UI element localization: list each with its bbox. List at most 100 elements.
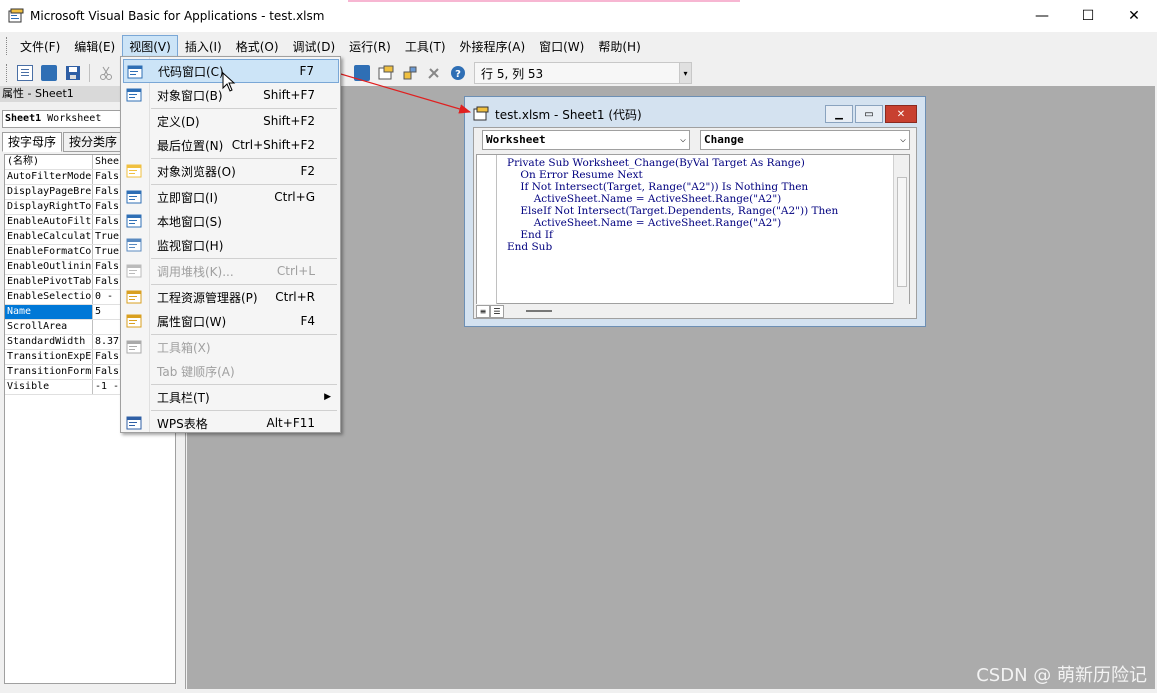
properties-window-icon[interactable] [378,65,394,81]
maximize-button[interactable]: ☐ [1065,0,1111,32]
menu-item-shortcut: Alt+F11 [266,416,315,430]
menu-file[interactable]: 文件(F) [13,35,67,57]
tab-alphabetic[interactable]: 按字母序 [2,132,63,152]
title-accent-bar [348,0,740,2]
project-explorer-icon[interactable] [354,65,370,81]
code-line[interactable]: If Not Intersect(Target, Range("A2")) Is… [507,181,838,193]
menu-item-label: 工具栏(T) [157,390,210,405]
full-module-view-icon[interactable]: ☰ [490,304,504,318]
menu-insert[interactable]: 插入(I) [178,35,229,57]
cut-icon[interactable] [98,65,114,81]
menu-item-label: 对象窗口(B) [157,88,223,103]
toolbar-options-chevron-icon[interactable]: ▾ [679,63,691,83]
property-name: (名称) [5,155,93,169]
submenu-arrow-icon: ▶ [324,392,331,402]
code-text[interactable]: Private Sub Worksheet_Change(ByVal Targe… [507,157,838,253]
menu-help[interactable]: 帮助(H) [591,35,647,57]
view-menu-item[interactable]: 立即窗口(I) Ctrl+G [123,185,339,209]
code-vertical-scrollbar[interactable] [893,155,909,305]
window-title: Microsoft Visual Basic for Applications … [30,9,325,23]
code-window: test.xlsm - Sheet1 (代码) ▁ ▭ ✕ Worksheet … [464,96,926,327]
menu-format[interactable]: 格式(O) [229,35,286,57]
menu-view[interactable]: 视图(V) [122,35,178,57]
menu-item-label: 工程资源管理器(P) [157,290,258,305]
toolbox-icon[interactable] [426,65,442,81]
menu-item-shortcut: F7 [299,64,314,78]
vba-app-icon [8,8,24,24]
code-bottom-bar: ≡ ☰ [476,304,910,318]
code-line[interactable]: ActiveSheet.Name = ActiveSheet.Range("A2… [507,193,838,205]
code-window-icon [473,106,489,122]
horizontal-scroll-thumb[interactable] [526,310,552,312]
chevron-down-icon[interactable]: ⌵ [900,131,906,149]
toolbox-icon [126,339,142,355]
property-name: DisplayPageBre [7,185,93,199]
wps-sheet-icon [126,415,142,431]
menu-edit[interactable]: 编辑(E) [67,35,122,57]
minimize-button[interactable]: — [1019,0,1065,32]
view-menu-item[interactable]: 本地窗口(S) [123,209,339,233]
tab-categorized[interactable]: 按分类序 [63,132,124,152]
view-excel-icon[interactable] [17,65,33,81]
chevron-down-icon[interactable]: ⌵ [680,131,686,149]
menu-addins[interactable]: 外接程序(A) [453,35,533,57]
menu-item-label: 最后位置(N) [157,138,224,153]
property-name: ScrollArea [5,320,93,334]
code-close-button[interactable]: ✕ [885,105,917,123]
locals-window-icon [126,213,142,229]
menu-run[interactable]: 运行(R) [342,35,398,57]
view-menu-item[interactable]: 属性窗口(W) F4 [123,309,339,333]
code-margin-indicator[interactable] [477,155,497,305]
menu-item-label: WPS表格 [157,416,208,431]
view-menu-item[interactable]: 对象浏览器(O) F2 [123,159,339,183]
procedure-view-icon[interactable]: ≡ [476,304,490,318]
menubar-grip-icon[interactable] [6,37,9,55]
menu-window[interactable]: 窗口(W) [532,35,591,57]
procedure-combo[interactable]: Change ⌵ [700,130,910,150]
insert-userform-icon[interactable] [41,65,57,81]
properties-window-icon [126,313,142,329]
menu-item-shortcut: Ctrl+Shift+F2 [231,138,315,152]
code-line[interactable]: On Error Resume Next [507,169,838,181]
view-menu-item: 调用堆栈(K)... Ctrl+L [123,259,339,283]
property-name: EnableAutoFilt [7,215,93,229]
menu-item-shortcut: F2 [300,164,315,178]
code-line[interactable]: ElseIf Not Intersect(Target.Dependents, … [507,205,838,217]
menu-tools[interactable]: 工具(T) [398,35,453,57]
code-line[interactable]: End If [507,229,838,241]
menu-item-label: 属性窗口(W) [157,314,227,329]
property-name: Name [5,305,93,319]
toolbar-separator [89,64,90,82]
view-menu-item[interactable]: 工具栏(T) ▶ [123,385,339,409]
code-line[interactable]: End Sub [507,241,838,253]
object-browser-icon[interactable] [402,65,418,81]
menu-bar: 文件(F) 编辑(E) 视图(V) 插入(I) 格式(O) 调试(D) 运行(R… [0,34,1157,58]
menu-item-shortcut: Shift+F2 [263,114,315,128]
view-menu-item[interactable]: 监视窗口(H) [123,233,339,257]
view-menu-item[interactable]: 定义(D) Shift+F2 [123,109,339,133]
help-icon[interactable]: ? [450,65,466,81]
code-minimize-button[interactable]: ▁ [825,105,853,123]
watermark: CSDN @ 萌新历险记 [976,665,1147,686]
cursor-position-readout: 行 5, 列 53 ▾ [474,62,692,84]
properties-object-name: Sheet1 [5,113,42,124]
scrollbar-thumb[interactable] [897,177,907,287]
code-window-icon [127,64,143,80]
toolbar-grip-icon[interactable] [6,64,9,82]
code-line[interactable]: Private Sub Worksheet_Change(ByVal Targe… [507,157,838,169]
view-menu-item[interactable]: 工程资源管理器(P) Ctrl+R [123,285,339,309]
object-combo[interactable]: Worksheet ⌵ [482,130,690,150]
menu-item-shortcut: Shift+F7 [263,88,315,102]
code-restore-button[interactable]: ▭ [855,105,883,123]
save-icon[interactable] [65,65,81,81]
property-name: TransitionExpE [7,350,93,364]
menu-debug[interactable]: 调试(D) [286,35,343,57]
view-menu-item[interactable]: 最后位置(N) Ctrl+Shift+F2 [123,133,339,157]
code-editor[interactable]: Private Sub Worksheet_Change(ByVal Targe… [476,154,910,305]
view-menu-item: Tab 键顺序(A) [123,359,339,383]
view-menu-item[interactable]: WPS表格 Alt+F11 [123,411,339,435]
menu-item-label: 对象浏览器(O) [157,164,236,179]
svg-text:?: ? [455,69,461,80]
code-line[interactable]: ActiveSheet.Name = ActiveSheet.Range("A2… [507,217,838,229]
close-button[interactable]: ✕ [1111,0,1157,32]
